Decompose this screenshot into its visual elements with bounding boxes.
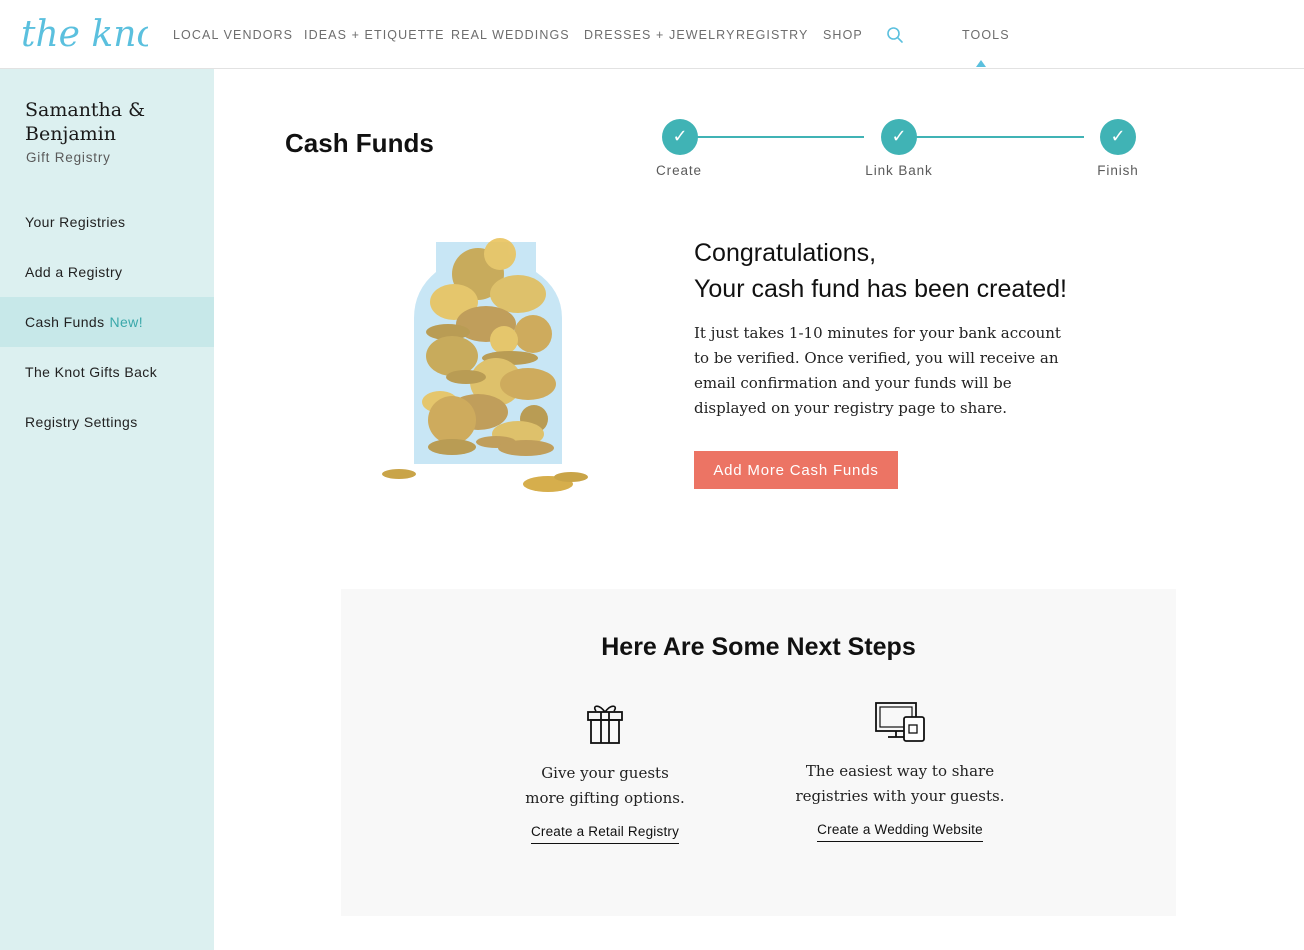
nav-registry[interactable]: REGISTRY (736, 28, 808, 42)
sidebar-item-label: The Knot Gifts Back (25, 364, 158, 380)
gift-icon (587, 705, 623, 744)
next-step-description: Give your guests more gifting options. (475, 761, 735, 811)
nav-dresses-jewelry[interactable]: DRESSES + JEWELRY (584, 28, 736, 42)
next-step-wedding-website: The easiest way to share registries with… (770, 701, 1030, 842)
next-steps-title: Here Are Some Next Steps (601, 633, 916, 661)
step-label-create: Create (656, 163, 702, 178)
devices-icon (875, 702, 925, 742)
the-knot-logo[interactable]: the knot (20, 6, 148, 56)
coin-jar-illustration (382, 238, 588, 492)
success-heading-line1: Congratulations, (694, 239, 877, 267)
next-step-description: The easiest way to share registries with… (770, 759, 1030, 809)
registry-subtitle: Gift Registry (26, 150, 111, 165)
sidebar: Samantha & Benjamin Gift Registry Your R… (0, 69, 214, 950)
nav-real-weddings[interactable]: REAL WEDDINGS (451, 28, 570, 42)
check-icon: ✓ (662, 119, 698, 155)
sidebar-item-cash-funds[interactable]: Cash Funds New! (0, 297, 214, 347)
description-line: Give your guests (541, 764, 669, 782)
sidebar-item-add-registry[interactable]: Add a Registry (0, 247, 214, 297)
nav-ideas-etiquette[interactable]: IDEAS + ETIQUETTE (304, 28, 445, 42)
next-step-retail-registry: Give your guests more gifting options. C… (475, 701, 735, 844)
progress-stepper: ✓ ✓ ✓ Create Link Bank Finish (640, 118, 1160, 182)
sidebar-item-label: Add a Registry (25, 264, 123, 280)
sidebar-item-gifts-back[interactable]: The Knot Gifts Back (0, 347, 214, 397)
step-label-finish: Finish (1097, 163, 1139, 178)
success-heading: Congratulations, Your cash fund has been… (694, 235, 1067, 307)
nav-shop[interactable]: SHOP (823, 28, 863, 42)
description-line: more gifting options. (525, 789, 685, 807)
check-icon: ✓ (881, 119, 917, 155)
sidebar-item-label: Cash Funds (25, 314, 105, 330)
couple-name: Samantha & Benjamin (25, 99, 146, 145)
nav-local-vendors[interactable]: LOCAL VENDORS (173, 28, 293, 42)
active-caret-icon (976, 60, 986, 67)
search-icon[interactable] (886, 26, 904, 44)
nav-tools[interactable]: TOOLS (962, 28, 1010, 42)
step-connector (900, 136, 1084, 138)
verification-message: It just takes 1-10 minutes for your bank… (694, 324, 1061, 417)
step-label-link-bank: Link Bank (865, 163, 933, 178)
description-line: The easiest way to share (805, 762, 995, 780)
add-more-cash-funds-button[interactable]: Add More Cash Funds (694, 451, 898, 489)
svg-text:the knot: the knot (21, 14, 148, 55)
step-connector (680, 136, 864, 138)
sidebar-item-your-registries[interactable]: Your Registries (0, 197, 214, 247)
sidebar-item-label: Your Registries (25, 214, 126, 230)
next-steps-panel: Here Are Some Next Steps Give your guest… (341, 589, 1176, 916)
check-icon: ✓ (1100, 119, 1136, 155)
page-title: Cash Funds (285, 128, 434, 158)
create-wedding-website-link[interactable]: Create a Wedding Website (817, 822, 983, 842)
sidebar-item-registry-settings[interactable]: Registry Settings (0, 397, 214, 447)
new-badge: New! (109, 314, 143, 330)
top-nav: the knot LOCAL VENDORS IDEAS + ETIQUETTE… (0, 0, 1304, 69)
create-retail-registry-link[interactable]: Create a Retail Registry (530, 824, 680, 844)
sidebar-item-label: Registry Settings (25, 414, 138, 430)
success-heading-line2: Your cash fund has been created! (694, 275, 1067, 303)
description-line: registries with your guests. (795, 787, 1005, 805)
